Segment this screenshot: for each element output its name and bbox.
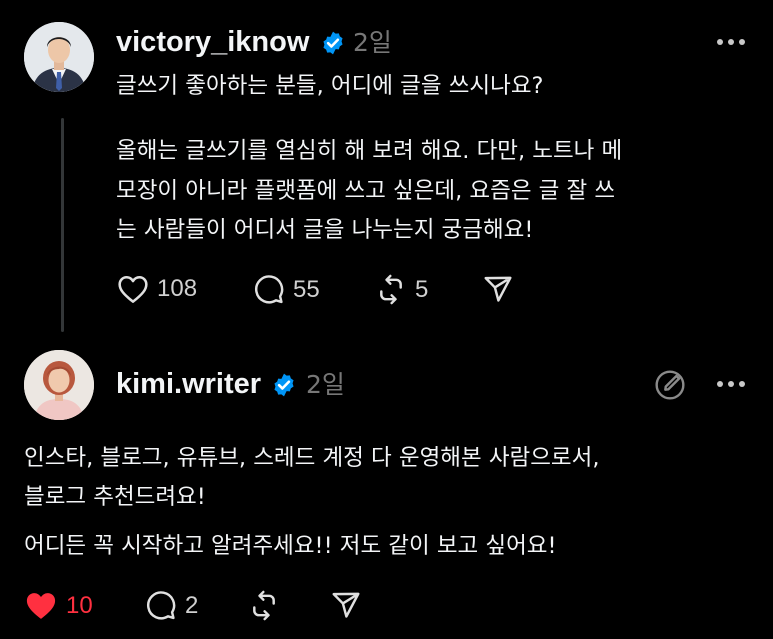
comment-icon — [255, 275, 284, 304]
post-username[interactable]: victory_iknow — [116, 28, 309, 57]
avatar[interactable] — [24, 350, 94, 420]
heart-filled-icon — [26, 593, 56, 619]
repost-icon — [253, 590, 275, 621]
repost-button[interactable] — [248, 590, 280, 621]
post-time: 2일 — [353, 28, 392, 57]
avatar[interactable] — [24, 22, 94, 92]
comment-count: 55 — [293, 275, 320, 303]
comment-count: 2 — [185, 591, 199, 619]
post-body-line: 모장이 아니라 플랫폼에 쓰고 싶은데, 요즘은 글 잘 쓰 — [116, 178, 616, 204]
like-count: 108 — [157, 275, 198, 302]
reply-username[interactable]: kimi.writer — [116, 370, 261, 399]
reply-text-line: 블로그 추천드려요! — [24, 484, 206, 510]
post-title-line: 글쓰기 좋아하는 분들, 어디에 글을 쓰시나요? — [116, 73, 544, 99]
verified-badge-icon — [323, 31, 343, 55]
reply-time: 2일 — [306, 370, 345, 399]
like-button[interactable]: 10 — [24, 590, 93, 621]
like-button[interactable]: 108 — [117, 274, 197, 304]
repost-button[interactable]: 5 — [375, 274, 428, 305]
reply-text-line: 인스타, 블로그, 유튜브, 스레드 계정 다 운영해본 사람으로서, — [24, 445, 600, 471]
avatar-photo — [24, 350, 94, 420]
share-icon — [484, 276, 512, 302]
repost-count: 5 — [415, 275, 429, 303]
comment-button[interactable]: 2 — [145, 590, 198, 621]
post-body-line: 는 사람들이 어디서 글을 나누는지 궁금해요! — [116, 217, 534, 243]
comment-icon — [147, 591, 176, 620]
edit-icon[interactable] — [654, 369, 686, 401]
post-body-line: 올해는 글쓰기를 열심히 해 보려 해요. 다만, 노트나 메 — [116, 138, 623, 164]
repost-icon — [380, 274, 402, 305]
more-icon[interactable] — [715, 378, 747, 390]
avatar-photo — [24, 22, 94, 92]
verified-badge-icon — [274, 373, 294, 397]
heart-icon — [118, 276, 148, 303]
more-icon[interactable] — [715, 36, 747, 48]
thread-line — [61, 118, 64, 332]
like-count: 10 — [66, 591, 93, 619]
reply-text-line: 어디든 꼭 시작하고 알려주세요!! 저도 같이 보고 싶어요! — [24, 533, 557, 559]
share-button[interactable] — [482, 274, 514, 305]
share-icon — [332, 592, 360, 618]
comment-button[interactable]: 55 — [253, 274, 320, 305]
share-button[interactable] — [330, 590, 362, 621]
